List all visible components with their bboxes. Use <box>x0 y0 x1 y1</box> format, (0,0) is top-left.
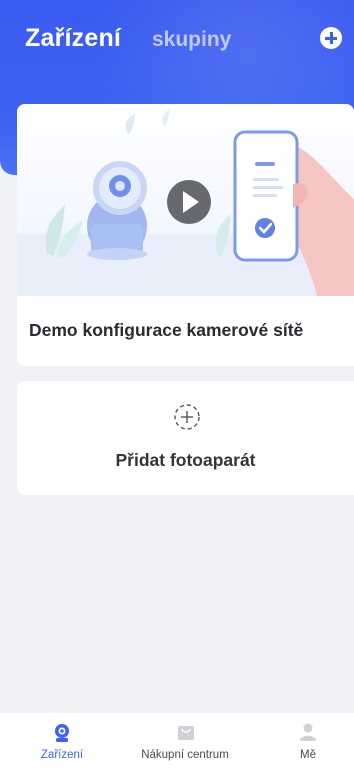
tab-groups[interactable]: skupiny <box>152 28 231 52</box>
shopping-bag-icon <box>178 726 194 740</box>
nav-item-devices[interactable]: Zařízení <box>32 713 92 771</box>
demo-card-title: Demo konfigurace kamerové sítě <box>29 320 304 340</box>
bottom-nav: Zařízení Nákupní centrum Mě <box>0 713 354 771</box>
demo-video-card[interactable]: Demo konfigurace kamerové sítě <box>17 104 354 366</box>
nav-item-shop[interactable]: Nákupní centrum <box>130 713 240 771</box>
header: Zařízení skupiny <box>0 0 354 80</box>
nav-item-label: Nákupní centrum <box>141 749 229 761</box>
add-camera-label: Přidat fotoaparát <box>115 450 256 470</box>
nav-item-me[interactable]: Mě <box>288 713 328 771</box>
demo-illustration-art <box>17 110 354 296</box>
camera-icon <box>55 724 69 742</box>
nav-item-label: Mě <box>300 749 316 761</box>
tab-devices[interactable]: Zařízení <box>25 24 121 53</box>
person-icon <box>300 723 316 741</box>
dashed-plus-circle-icon <box>174 404 200 430</box>
plus-circle-icon[interactable] <box>320 27 342 49</box>
add-camera-card[interactable]: Přidat fotoaparát <box>17 381 354 495</box>
nav-item-label: Zařízení <box>40 749 84 761</box>
demo-illustration <box>17 104 354 296</box>
